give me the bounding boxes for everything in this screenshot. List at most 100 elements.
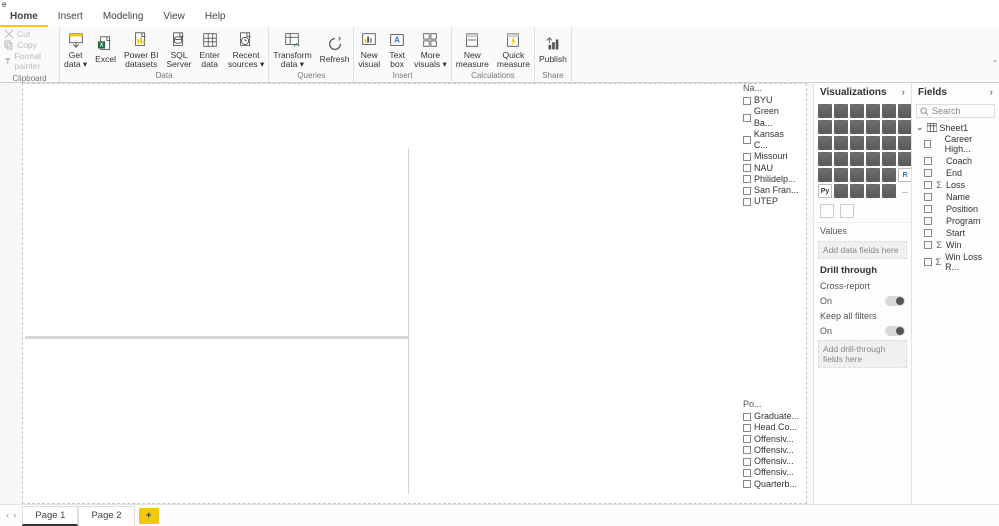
checkbox-icon[interactable] xyxy=(743,413,751,421)
checkbox-icon[interactable] xyxy=(743,114,751,122)
chevron-right-icon[interactable]: › xyxy=(902,87,905,98)
viz-type-icon[interactable] xyxy=(882,168,896,182)
enter-data-button[interactable]: Enter data xyxy=(196,29,224,68)
viz-type-icon[interactable]: R xyxy=(898,168,912,182)
field-item[interactable]: ΣLoss xyxy=(916,179,995,191)
viz-type-icon[interactable] xyxy=(898,136,912,150)
viz-type-icon[interactable] xyxy=(866,184,880,198)
viz-type-icon[interactable] xyxy=(866,136,880,150)
viz-type-icon[interactable] xyxy=(818,104,832,118)
more-visuals-button[interactable]: More visuals ▾ xyxy=(410,29,451,68)
field-item[interactable]: End xyxy=(916,167,995,179)
viz-type-icon[interactable] xyxy=(818,120,832,134)
fields-tab-icon[interactable] xyxy=(820,204,834,218)
checkbox-icon[interactable] xyxy=(743,153,751,161)
menu-tab-help[interactable]: Help xyxy=(195,9,236,27)
slicer-name-item[interactable]: Kansas C... xyxy=(743,129,799,152)
viz-type-icon[interactable] xyxy=(834,184,848,198)
viz-type-icon[interactable] xyxy=(834,168,848,182)
checkbox-icon[interactable] xyxy=(924,241,932,249)
slicer-name-item[interactable]: BYU xyxy=(743,95,799,106)
viz-type-icon[interactable] xyxy=(834,104,848,118)
field-item[interactable]: Program xyxy=(916,215,995,227)
slicer-position-item[interactable]: Head Co... xyxy=(743,422,799,433)
page-nav-prev-icon[interactable]: ‹ xyxy=(6,510,9,521)
slicer-position[interactable]: Po... Graduate...Head Co...Offensiv...Of… xyxy=(743,399,799,490)
values-field-well[interactable]: Add data fields here xyxy=(818,241,907,259)
viz-type-icon[interactable] xyxy=(866,104,880,118)
viz-type-icon[interactable] xyxy=(882,120,896,134)
viz-type-icon[interactable] xyxy=(834,120,848,134)
checkbox-icon[interactable] xyxy=(743,198,751,206)
checkbox-icon[interactable] xyxy=(743,136,751,144)
checkbox-icon[interactable] xyxy=(743,469,751,477)
checkbox-icon[interactable] xyxy=(743,446,751,454)
field-item[interactable]: Career High... xyxy=(916,133,995,155)
slicer-name-item[interactable]: NAU xyxy=(743,163,799,174)
page-nav-next-icon[interactable]: › xyxy=(13,510,16,521)
checkbox-icon[interactable] xyxy=(743,175,751,183)
slicer-name-item[interactable]: San Fran... xyxy=(743,185,799,196)
slicer-name-item[interactable]: UTEP xyxy=(743,196,799,207)
slicer-position-item[interactable]: Quarterb... xyxy=(743,479,799,490)
viz-type-icon[interactable] xyxy=(866,168,880,182)
viz-type-icon[interactable] xyxy=(850,120,864,134)
report-canvas[interactable] xyxy=(22,83,807,504)
viz-type-icon[interactable]: Py xyxy=(818,184,832,198)
viz-type-icon[interactable] xyxy=(850,168,864,182)
keep-filters-toggle[interactable] xyxy=(885,326,905,336)
publish-button[interactable]: Publish xyxy=(535,33,571,64)
viz-type-icon[interactable] xyxy=(882,152,896,166)
new-measure-button[interactable]: New measure xyxy=(452,29,493,68)
slicer-name-item[interactable]: Philidelp... xyxy=(743,174,799,185)
checkbox-icon[interactable] xyxy=(743,480,751,488)
slicer-name-item[interactable]: Green Ba... xyxy=(743,106,799,129)
quick-measure-button[interactable]: Quick measure xyxy=(493,29,534,68)
checkbox-icon[interactable] xyxy=(743,187,751,195)
page-tab[interactable]: Page 2 xyxy=(78,506,134,526)
menu-tab-home[interactable]: Home xyxy=(0,9,48,27)
checkbox-icon[interactable] xyxy=(924,217,932,225)
get-data-button[interactable]: Get data ▾ xyxy=(60,29,91,68)
fields-table-header[interactable]: ⌄ Sheet1 xyxy=(916,122,995,133)
menu-tab-view[interactable]: View xyxy=(153,9,195,27)
viz-type-icon[interactable] xyxy=(898,152,912,166)
slicer-position-item[interactable]: Offensiv... xyxy=(743,456,799,467)
slicer-position-item[interactable]: Graduate... xyxy=(743,411,799,422)
viz-type-icon[interactable] xyxy=(818,152,832,166)
viz-type-icon[interactable] xyxy=(882,184,896,198)
checkbox-icon[interactable] xyxy=(924,157,932,165)
checkbox-icon[interactable] xyxy=(924,229,932,237)
slicer-position-item[interactable]: Offensiv... xyxy=(743,445,799,456)
checkbox-icon[interactable] xyxy=(924,205,932,213)
field-item[interactable]: Position xyxy=(916,203,995,215)
viz-type-icon[interactable] xyxy=(866,152,880,166)
checkbox-icon[interactable] xyxy=(924,258,932,266)
viz-type-icon[interactable] xyxy=(850,152,864,166)
slicer-name-item[interactable]: Missouri xyxy=(743,151,799,162)
viz-type-icon[interactable] xyxy=(850,136,864,150)
checkbox-icon[interactable] xyxy=(743,164,751,172)
viz-type-icon[interactable] xyxy=(882,104,896,118)
checkbox-icon[interactable] xyxy=(743,424,751,432)
field-item[interactable]: Name xyxy=(916,191,995,203)
text-box-button[interactable]: AText box xyxy=(384,29,410,68)
checkbox-icon[interactable] xyxy=(924,169,932,177)
new-visual-button[interactable]: New visual xyxy=(354,29,384,68)
sql-server-button[interactable]: SQL Server xyxy=(162,29,195,68)
field-item[interactable]: ΣWin xyxy=(916,239,995,251)
excel-button[interactable]: XExcel xyxy=(91,33,120,64)
drill-through-field-well[interactable]: Add drill-through fields here xyxy=(818,340,907,368)
checkbox-icon[interactable] xyxy=(924,181,932,189)
menu-tab-insert[interactable]: Insert xyxy=(48,9,93,27)
chevron-right-icon[interactable]: › xyxy=(990,87,993,98)
cross-report-toggle[interactable] xyxy=(885,296,905,306)
ribbon-collapse-chevron-icon[interactable]: ⌄ xyxy=(991,55,999,63)
slicer-position-item[interactable]: Offensiv... xyxy=(743,467,799,478)
transform-data-button[interactable]: Transform data ▾ xyxy=(269,29,315,68)
checkbox-icon[interactable] xyxy=(743,458,751,466)
checkbox-icon[interactable] xyxy=(743,435,751,443)
viz-type-icon[interactable]: ... xyxy=(898,184,912,198)
add-page-button[interactable]: + xyxy=(139,508,159,524)
viz-type-icon[interactable] xyxy=(866,120,880,134)
